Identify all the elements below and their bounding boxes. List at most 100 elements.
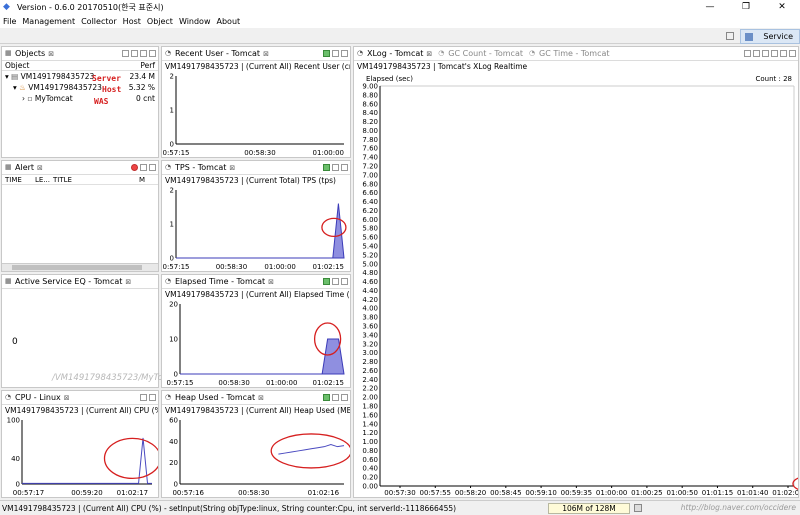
minimize-icon[interactable] <box>140 164 147 171</box>
close-icon[interactable]: ⊠ <box>268 278 274 286</box>
maximize-icon[interactable] <box>789 50 796 57</box>
heap-status[interactable]: 106M of 128M <box>548 503 630 514</box>
tab-alert[interactable]: ▦ Alert ⊠ <box>2 161 158 175</box>
minimize-icon[interactable] <box>140 394 147 401</box>
tab-cpu[interactable]: ◔ CPU - Linux ⊠ <box>2 391 158 405</box>
window-title: Version - 0.6.0 20170510(한국 표준시) <box>17 2 164 12</box>
x-tick-label: 00:57:17 <box>13 489 44 497</box>
menu-management[interactable]: Management <box>22 17 75 26</box>
table-row[interactable]: › ▫ MyTomcat 0 cnt <box>2 93 158 104</box>
minimize-icon[interactable] <box>332 164 339 171</box>
close-icon[interactable]: ⊠ <box>64 394 70 402</box>
elapsed-panel: ◔ Elapsed Time - Tomcat ⊠ VM149179843572… <box>161 274 351 388</box>
tab-elapsed[interactable]: ◔ Elapsed Time - Tomcat ⊠ <box>162 275 350 289</box>
x-tick-label: 00:58:20 <box>455 489 486 496</box>
tab-objects[interactable]: ▦ Objects ⊠ <box>2 47 158 61</box>
close-icon[interactable]: ⊠ <box>229 164 235 172</box>
expand-icon[interactable]: › <box>22 94 25 103</box>
close-icon[interactable]: ⊠ <box>263 50 269 58</box>
maximize-icon[interactable] <box>341 394 348 401</box>
minimize-icon[interactable] <box>332 278 339 285</box>
elapsed-subtitle: VM1491798435723 | (Current All) Elapsed … <box>165 290 350 299</box>
annotation-server: Server <box>92 74 121 83</box>
highlight-annotation <box>321 217 347 238</box>
menu-window[interactable]: Window <box>179 17 211 26</box>
minimize-icon[interactable] <box>332 50 339 57</box>
y-tick-label: 7.80 <box>362 136 378 144</box>
tab-gc-time[interactable]: GC Time - Tomcat <box>539 49 610 58</box>
table-row[interactable]: ▾ ▤ VM1491798435723 23.4 M <box>2 71 158 82</box>
filter-icon[interactable] <box>131 50 138 57</box>
y-tick-label: 20 <box>169 301 178 309</box>
menu-object[interactable]: Object <box>147 17 173 26</box>
close-icon[interactable]: ⊠ <box>426 50 432 58</box>
menu-host[interactable]: Host <box>123 17 141 26</box>
x-tick-label: 0:57:15 <box>167 379 194 387</box>
close-icon[interactable]: ⊠ <box>125 278 131 286</box>
settings-icon[interactable] <box>771 50 778 57</box>
minimize-icon[interactable] <box>780 50 787 57</box>
menu-file[interactable]: File <box>3 17 16 26</box>
tab-active-service[interactable]: ▦ Active Service EQ - Tomcat ⊠ <box>2 275 158 289</box>
y-tick-label: 9.00 <box>362 83 378 91</box>
clear-icon[interactable] <box>131 164 138 171</box>
zoom-in-icon[interactable] <box>744 50 751 57</box>
refresh-icon[interactable] <box>323 394 330 401</box>
y-tick-label: 4.80 <box>362 269 378 277</box>
chart-icon: ◔ <box>165 49 172 57</box>
tab-tps[interactable]: ◔ TPS - Tomcat ⊠ <box>162 161 350 175</box>
refresh-icon[interactable] <box>323 278 330 285</box>
minimize-icon[interactable] <box>332 394 339 401</box>
close-icon[interactable]: ⊠ <box>258 394 264 402</box>
tab-heap-used[interactable]: ◔ Heap Used - Tomcat ⊠ <box>162 391 350 405</box>
y-tick-label: 0 <box>16 481 20 489</box>
y-tick-label: 6.80 <box>362 180 378 188</box>
maximize-icon[interactable] <box>149 164 156 171</box>
maximize-icon[interactable] <box>341 278 348 285</box>
maximize-icon[interactable] <box>149 50 156 57</box>
zoom-out-icon[interactable] <box>753 50 760 57</box>
app-icon: ◆ <box>3 2 10 12</box>
collapse-icon[interactable] <box>122 50 129 57</box>
table-row[interactable]: ▾ ♨ VM1491798435723 5.32 % <box>2 82 158 93</box>
restore-button[interactable]: ❐ <box>728 0 764 14</box>
objects-panel: ▦ Objects ⊠ Object Perf ▾ ▤ VM1491798435… <box>1 46 159 158</box>
y-tick-label: 1.80 <box>362 403 378 411</box>
expand-icon[interactable]: ▾ <box>5 72 9 81</box>
open-perspective-icon[interactable] <box>726 32 734 40</box>
gc-icon[interactable] <box>634 504 642 512</box>
x-tick-label: 01:02:17 <box>117 489 148 497</box>
y-tick-label: 2.00 <box>362 394 378 402</box>
heap-used-subtitle: VM1491798435723 | (Current All) Heap Use… <box>165 406 350 415</box>
objects-table-header: Object Perf <box>2 61 158 71</box>
refresh-icon[interactable] <box>323 164 330 171</box>
series-area <box>176 203 345 259</box>
y-tick-label: 4.00 <box>362 305 378 313</box>
maximize-icon[interactable] <box>149 394 156 401</box>
y-tick-label: 6.00 <box>362 216 378 224</box>
x-tick-label: 01:02:15 <box>313 263 344 271</box>
refresh-icon[interactable] <box>323 50 330 57</box>
horizontal-scrollbar[interactable] <box>2 263 158 271</box>
heap-used-panel: ◔ Heap Used - Tomcat ⊠ VM1491798435723 |… <box>161 390 351 498</box>
filter-icon[interactable] <box>762 50 769 57</box>
menu-collector[interactable]: Collector <box>81 17 117 26</box>
y-tick-label: 0 <box>174 481 178 489</box>
xlog-tab-bar: ◔ XLog - Tomcat ⊠ ◔ GC Count - Tomcat ◔ … <box>354 47 798 61</box>
expand-icon[interactable]: ▾ <box>13 83 17 92</box>
maximize-icon[interactable] <box>341 50 348 57</box>
perspective-service-button[interactable]: Service <box>740 29 800 44</box>
close-button[interactable]: ✕ <box>764 0 800 14</box>
close-icon[interactable]: ⊠ <box>37 164 43 172</box>
series-line <box>22 437 152 484</box>
y-tick-label: 7.40 <box>362 154 378 162</box>
minimize-icon[interactable] <box>140 50 147 57</box>
maximize-icon[interactable] <box>341 164 348 171</box>
cpu-chart: 0 40 100 00:57:17 00:59:20 01:02:17 <box>7 417 158 497</box>
tab-gc-count[interactable]: GC Count - Tomcat <box>448 49 523 58</box>
minimize-button[interactable]: — <box>692 0 728 14</box>
close-icon[interactable]: ⊠ <box>48 50 54 58</box>
tab-recent-user[interactable]: ◔ Recent User - Tomcat ⊠ <box>162 47 350 61</box>
tab-xlog[interactable]: XLog - Tomcat <box>367 49 423 58</box>
menu-about[interactable]: About <box>217 17 241 26</box>
